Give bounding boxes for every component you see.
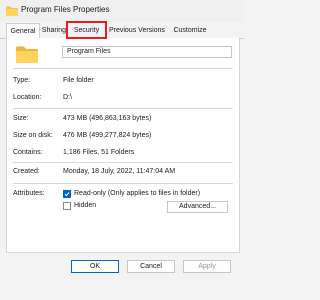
- ok-button[interactable]: OK: [71, 260, 119, 273]
- title-bar: Program Files Properties: [0, 0, 244, 22]
- separator: [13, 108, 233, 109]
- folder-icon: [6, 6, 18, 16]
- contains-label: Contains:: [13, 149, 43, 156]
- contains-value: 1,186 Files, 51 Folders: [63, 149, 135, 156]
- hidden-checkbox[interactable]: [63, 202, 71, 210]
- separator: [13, 162, 233, 163]
- attributes-label: Attributes:: [13, 190, 45, 197]
- size-label: Size:: [13, 115, 29, 122]
- created-value: Monday, 18 July, 2022, 11:47:04 AM: [63, 168, 176, 175]
- readonly-checkbox[interactable]: [63, 190, 71, 198]
- hidden-label: Hidden: [74, 202, 97, 209]
- created-label: Created:: [13, 168, 40, 175]
- location-label: Location:: [13, 94, 42, 101]
- cancel-button[interactable]: Cancel: [127, 260, 175, 273]
- size-on-disk-value: 476 MB (499,277,824 bytes): [63, 132, 152, 139]
- size-on-disk-label: Size on disk:: [13, 132, 53, 139]
- security-tab-highlight: [66, 21, 107, 39]
- tab-customize[interactable]: Customize: [170, 24, 210, 37]
- general-panel: Program Files Type: File folder Location…: [6, 38, 240, 253]
- readonly-label: Read-only (Only applies to files in fold…: [74, 190, 201, 197]
- type-label: Type:: [13, 77, 31, 84]
- type-value: File folder: [63, 77, 94, 84]
- tab-bar: General Sharing Security Previous Versio…: [0, 22, 244, 40]
- window-title: Program Files Properties: [21, 5, 110, 14]
- advanced-button[interactable]: Advanced...: [167, 201, 228, 213]
- separator: [13, 183, 233, 184]
- location-value: D:\: [63, 94, 72, 101]
- separator: [13, 68, 233, 69]
- checkmark-icon: [64, 192, 70, 197]
- tab-sharing[interactable]: Sharing: [40, 24, 68, 37]
- folder-icon: [16, 46, 38, 63]
- tab-previous-versions[interactable]: Previous Versions: [107, 24, 167, 37]
- folder-name-field[interactable]: Program Files: [62, 46, 232, 58]
- size-value: 473 MB (496,863,163 bytes): [63, 115, 152, 122]
- apply-button[interactable]: Apply: [183, 260, 231, 273]
